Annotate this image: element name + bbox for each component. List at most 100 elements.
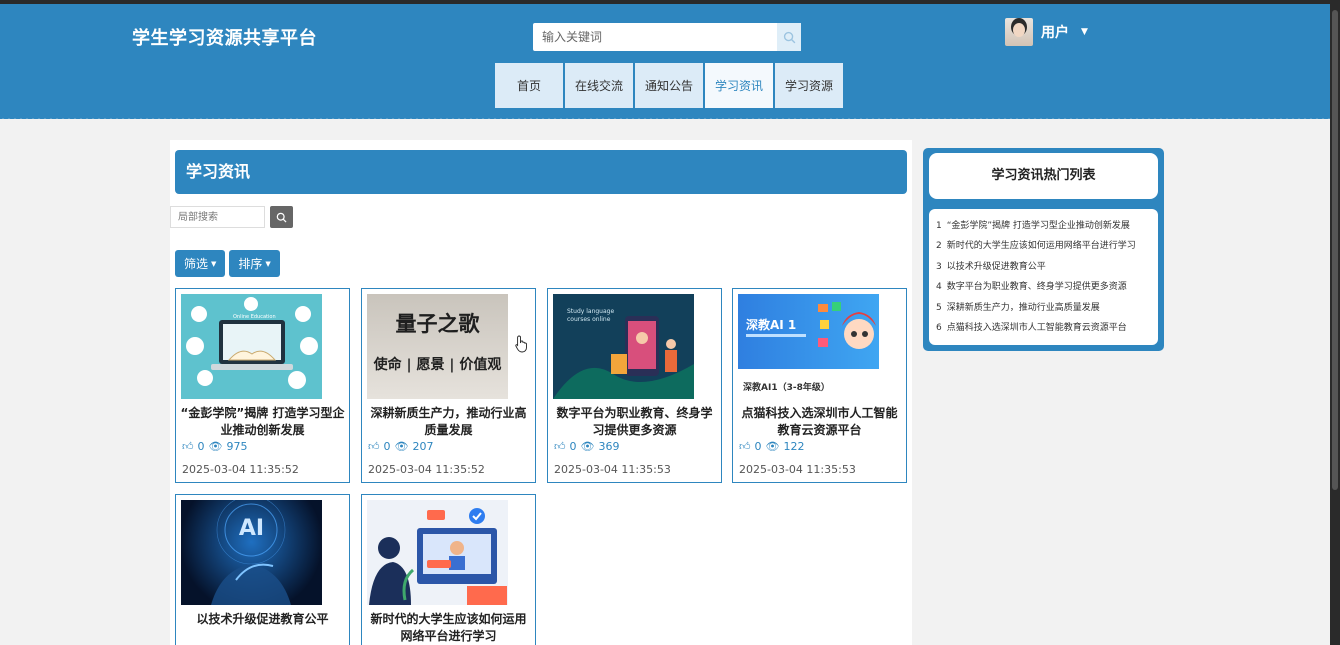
card-stats: 👍︎ 0 👁︎ 122 bbox=[739, 440, 804, 453]
nav-home[interactable]: 首页 bbox=[495, 63, 563, 108]
rank-number: 4 bbox=[936, 282, 942, 293]
avatar[interactable] bbox=[1005, 18, 1033, 46]
card-date: 2025-03-04 11:35:53 bbox=[554, 463, 671, 476]
nav-learning-news[interactable]: 学习资讯 bbox=[705, 63, 773, 108]
hot-list: 1 “金彭学院”揭牌 打造学习型企业推动创新发展 2 新时代的大学生应该如何运用网络… bbox=[929, 209, 1158, 345]
view-count: 369 bbox=[598, 440, 620, 453]
local-search-button[interactable] bbox=[270, 206, 293, 228]
list-item[interactable]: 1 “金彭学院”揭牌 打造学习型企业推动创新发展 bbox=[936, 216, 1153, 236]
search-button[interactable] bbox=[777, 23, 801, 51]
sort-button[interactable]: 排序 ▼ bbox=[229, 250, 280, 277]
nav-online-exchange[interactable]: 在线交流 bbox=[565, 63, 633, 108]
list-item-text: 以技术升级促进教育公平 bbox=[946, 261, 1046, 272]
ai-robot-image: AI bbox=[181, 500, 322, 605]
quantum-song-poster-image: 量子之歌 使命 | 愿景 | 价值观 bbox=[367, 294, 508, 399]
user-menu[interactable]: 用户 ▼ bbox=[1005, 18, 1088, 46]
header-scalloped-edge bbox=[0, 114, 1340, 122]
online-education-image: Online Education bbox=[181, 294, 322, 399]
card-date: 2025-03-04 11:35:52 bbox=[182, 463, 299, 476]
eye-icon: 👁︎ bbox=[208, 440, 223, 453]
news-card[interactable]: AI 以技术升级促进教育公平 bbox=[175, 494, 350, 645]
sort-label: 排序 bbox=[238, 257, 263, 271]
like-count: 0 bbox=[383, 440, 391, 453]
card-title[interactable]: 深耕新质生产力，推动行业高质量发展 bbox=[366, 405, 531, 439]
site-title[interactable]: 学生学习资源共享平台 bbox=[132, 24, 317, 50]
image-caption: Study language bbox=[567, 308, 615, 315]
card-title[interactable]: 新时代的大学生应该如何运用网络平台进行学习 bbox=[366, 611, 531, 645]
page-title: 学习资讯 bbox=[175, 150, 907, 194]
nav-notices[interactable]: 通知公告 bbox=[635, 63, 703, 108]
filter-button[interactable]: 筛选 ▼ bbox=[175, 250, 226, 277]
svg-text:Online Education: Online Education bbox=[233, 314, 276, 320]
rank-number: 1 bbox=[936, 221, 942, 231]
list-item[interactable]: 4 数字平台为职业教育、终身学习提供更多资源 bbox=[936, 277, 1153, 297]
nav-learning-resources[interactable]: 学习资源 bbox=[775, 63, 843, 108]
list-item-text: 数字平台为职业教育、终身学习提供更多资源 bbox=[946, 282, 1127, 293]
online-meeting-image bbox=[367, 500, 508, 605]
news-card[interactable]: 量子之歌 使命 | 愿景 | 价值观 深耕新质生产力，推动行业高质量发展 👍︎ 0… bbox=[361, 288, 536, 483]
like-count: 0 bbox=[569, 440, 577, 453]
view-count: 975 bbox=[226, 440, 248, 453]
study-language-image: Study language courses online bbox=[553, 294, 694, 399]
local-search-input[interactable] bbox=[170, 206, 265, 228]
view-count: 207 bbox=[412, 440, 434, 453]
hand-cursor-icon bbox=[515, 335, 527, 353]
view-count: 122 bbox=[783, 440, 805, 453]
card-stats: 👍︎ 0 👁︎ 975 bbox=[182, 440, 247, 453]
image-caption: AI bbox=[238, 516, 265, 541]
hot-list-title: 学习资讯热门列表 bbox=[929, 153, 1158, 199]
like-count: 0 bbox=[197, 440, 205, 453]
thumbs-up-icon[interactable]: 👍︎ bbox=[368, 440, 380, 453]
filter-bar: 筛选 ▼ 排序 ▼ bbox=[175, 250, 280, 277]
card-stats: 👍︎ 0 👁︎ 369 bbox=[554, 440, 619, 453]
like-count: 0 bbox=[754, 440, 762, 453]
list-item-text: 新时代的大学生应该如何运用网络平台进行学习 bbox=[946, 241, 1136, 252]
list-item[interactable]: 6 点猫科技入选深圳市人工智能教育云资源平台 bbox=[936, 318, 1153, 338]
card-title[interactable]: 点猫科技入选深圳市人工智能教育云资源平台 bbox=[737, 405, 902, 439]
thumbs-up-icon[interactable]: 👍︎ bbox=[554, 440, 566, 453]
poster-title: 量子之歌 bbox=[395, 311, 480, 336]
search-input[interactable] bbox=[533, 23, 777, 51]
site-header: 学生学习资源共享平台 用户 ▼ 首页 在线交流 通知公告 学习资讯 学习资源 bbox=[0, 4, 1340, 119]
list-item[interactable]: 5 深耕新质生产力，推动行业高质量发展 bbox=[936, 298, 1153, 318]
chevron-down-icon[interactable]: ▼ bbox=[1081, 27, 1088, 37]
rank-number: 6 bbox=[936, 323, 942, 334]
local-search bbox=[170, 206, 293, 228]
chevron-down-icon: ▼ bbox=[265, 259, 271, 268]
card-stats: 👍︎ 0 👁︎ 207 bbox=[368, 440, 433, 453]
rank-number: 5 bbox=[936, 302, 942, 313]
card-title[interactable]: 数字平台为职业教育、终身学习提供更多资源 bbox=[552, 405, 717, 439]
list-item[interactable]: 3 以技术升级促进教育公平 bbox=[936, 257, 1153, 277]
main-nav: 首页 在线交流 通知公告 学习资讯 学习资源 bbox=[495, 63, 843, 108]
card-title[interactable]: 以技术升级促进教育公平 bbox=[180, 611, 345, 628]
card-date: 2025-03-04 11:35:53 bbox=[739, 463, 856, 476]
card-date: 2025-03-04 11:35:52 bbox=[368, 463, 485, 476]
thumbs-up-icon[interactable]: 👍︎ bbox=[182, 440, 194, 453]
user-name[interactable]: 用户 bbox=[1041, 22, 1069, 42]
scrollbar-thumb[interactable] bbox=[1332, 10, 1338, 490]
chevron-down-icon: ▼ bbox=[211, 259, 217, 268]
eye-icon: 👁︎ bbox=[580, 440, 595, 453]
list-item-text: 点猫科技入选深圳市人工智能教育云资源平台 bbox=[946, 323, 1127, 334]
filter-label: 筛选 bbox=[184, 257, 209, 271]
thumbs-up-icon[interactable]: 👍︎ bbox=[739, 440, 751, 453]
rank-number: 2 bbox=[936, 241, 942, 252]
eye-icon: 👁︎ bbox=[394, 440, 409, 453]
news-card[interactable]: Online Education “金彭学院”揭牌 打造学习型企业推动创新发展 … bbox=[175, 288, 350, 483]
image-sub-label: 深教AI1（3-8年级） bbox=[743, 383, 830, 393]
deep-ai-banner-image: 深教AI 1 bbox=[738, 294, 879, 369]
list-item-text: “金彭学院”揭牌 打造学习型企业推动创新发展 bbox=[946, 221, 1130, 231]
rank-number: 3 bbox=[936, 261, 942, 272]
news-card[interactable]: Study language courses online 数字平台为职业教育、… bbox=[547, 288, 722, 483]
global-search bbox=[533, 23, 801, 51]
news-card[interactable]: 深教AI 1 深教AI1（3-8年级） 点猫科技入选深圳市人工智能教育云资源平台… bbox=[732, 288, 907, 483]
card-title[interactable]: “金彭学院”揭牌 打造学习型企业推动创新发展 bbox=[180, 405, 345, 439]
eye-icon: 👁︎ bbox=[765, 440, 780, 453]
image-caption: courses online bbox=[567, 316, 611, 323]
poster-subtitle: 使命 | 愿景 | 价值观 bbox=[373, 357, 502, 373]
search-icon bbox=[276, 212, 287, 223]
news-card[interactable]: 新时代的大学生应该如何运用网络平台进行学习 bbox=[361, 494, 536, 645]
search-icon bbox=[783, 31, 795, 43]
list-item-text: 深耕新质生产力，推动行业高质量发展 bbox=[946, 302, 1100, 313]
list-item[interactable]: 2 新时代的大学生应该如何运用网络平台进行学习 bbox=[936, 236, 1153, 256]
